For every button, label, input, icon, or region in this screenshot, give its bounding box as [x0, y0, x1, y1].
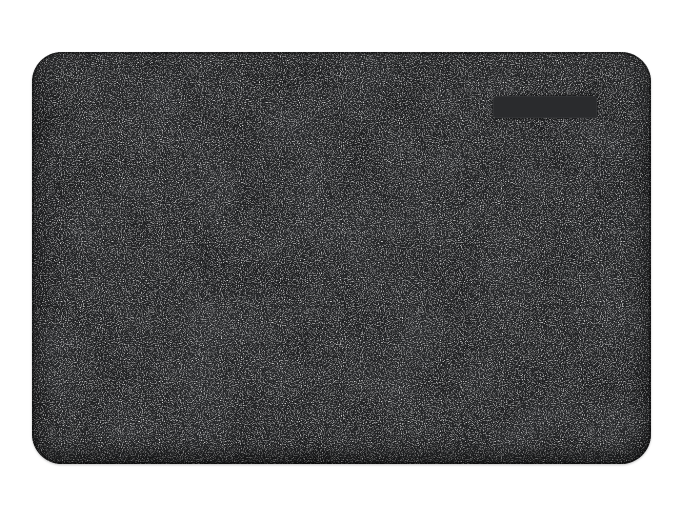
floor-mat [32, 52, 651, 464]
brand-label-tag [493, 96, 597, 118]
product-image-canvas [0, 0, 683, 517]
